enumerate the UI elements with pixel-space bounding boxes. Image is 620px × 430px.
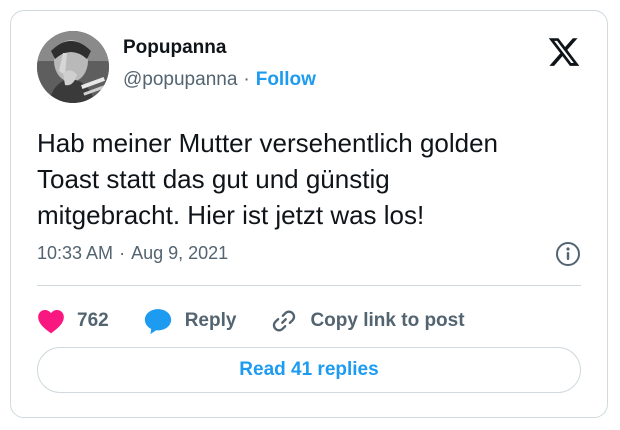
avatar-photo — [37, 31, 109, 103]
copy-link-button[interactable]: Copy link to post — [270, 307, 465, 335]
tweet-date: Aug 9, 2021 — [131, 243, 229, 263]
handle-separator: · — [243, 69, 250, 90]
copy-link-label: Copy link to post — [310, 310, 465, 331]
author-display-name[interactable]: Popupanna — [123, 37, 226, 59]
tweet-text-line: mitgebracht. Hier ist jetzt was los! — [37, 200, 425, 230]
like-count: 762 — [77, 310, 109, 331]
reply-button[interactable]: Reply — [143, 307, 237, 335]
avatar[interactable] — [37, 31, 109, 103]
x-logo-icon[interactable] — [547, 35, 581, 69]
divider — [37, 285, 581, 286]
follow-button[interactable]: Follow — [256, 69, 316, 90]
heart-icon — [38, 310, 64, 334]
tweet-card: Popupanna @popupanna · Follow Hab meiner M… — [10, 10, 608, 418]
like-button[interactable]: 762 — [37, 308, 109, 334]
link-icon — [273, 310, 296, 332]
speech-bubble-icon — [144, 309, 171, 335]
tweet-text-line: Toast statt das gut und günstig — [37, 164, 390, 194]
author-handle[interactable]: @popupanna — [123, 69, 237, 90]
tweet-timestamp[interactable]: 10:33 AM · Aug 9, 2021 — [37, 243, 228, 264]
read-replies-label: Read 41 replies — [239, 359, 379, 380]
read-replies-button[interactable]: Read 41 replies — [37, 347, 581, 393]
timestamp-separator: · — [119, 243, 126, 263]
info-icon[interactable] — [555, 241, 581, 267]
reply-label: Reply — [184, 310, 237, 331]
tweet-text-line: Hab meiner Mutter versehentlich golden — [37, 128, 499, 158]
tweet-text: Hab meiner Mutter versehentlich golden T… — [37, 125, 589, 233]
tweet-time: 10:33 AM — [37, 243, 114, 263]
author-handle-row: @popupanna · Follow — [123, 69, 316, 91]
action-bar: 762 Reply Copy link to post — [37, 301, 499, 341]
